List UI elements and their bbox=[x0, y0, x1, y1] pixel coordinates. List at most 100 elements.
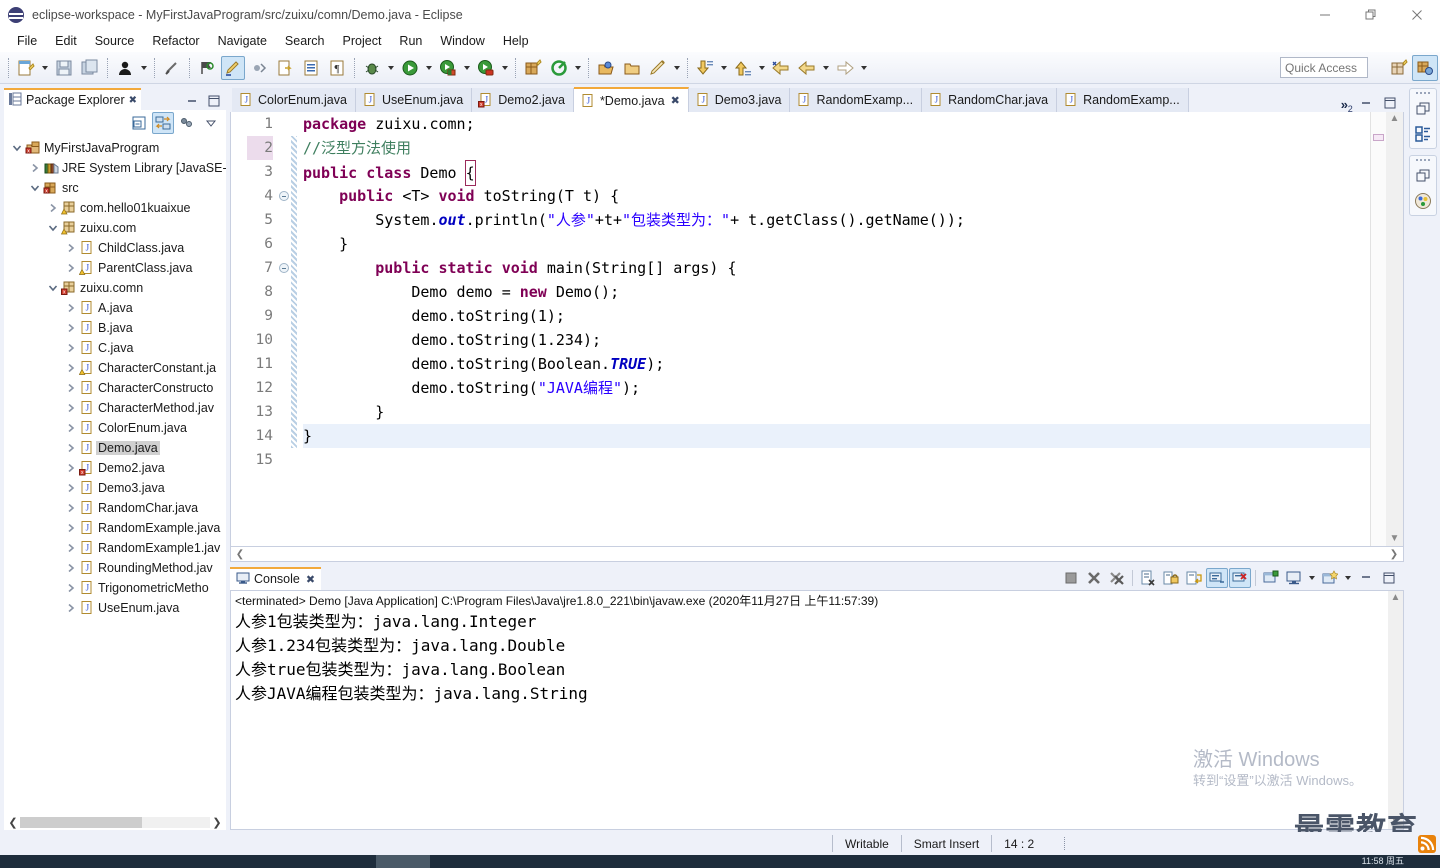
scroll-left-icon[interactable]: ❮ bbox=[6, 816, 20, 829]
remove-all-terminated-icon[interactable] bbox=[1106, 568, 1128, 588]
forward-chevron-icon[interactable] bbox=[858, 57, 870, 79]
scroll-down-icon[interactable]: ▼ bbox=[1390, 534, 1400, 544]
editor-scroll-right-icon[interactable]: ❯ bbox=[1387, 549, 1401, 560]
menu-window[interactable]: Window bbox=[431, 32, 493, 50]
chevron-right-icon[interactable] bbox=[64, 443, 78, 453]
tree-item[interactable]: x src bbox=[4, 178, 226, 198]
minimize-button[interactable] bbox=[1302, 0, 1348, 30]
tree-item[interactable]: J Demo.java bbox=[4, 438, 226, 458]
tab-package-explorer[interactable]: Package Explorer ✖ bbox=[4, 88, 142, 110]
tree-item[interactable]: J RandomChar.java bbox=[4, 498, 226, 518]
person-icon[interactable] bbox=[113, 56, 137, 80]
debug-icon[interactable] bbox=[360, 56, 384, 80]
tree-item[interactable]: x zuixu.comn bbox=[4, 278, 226, 298]
chevron-down-icon[interactable] bbox=[28, 183, 42, 193]
status-insert-mode[interactable]: Smart Insert bbox=[902, 835, 991, 852]
code-line[interactable]: public <T> void toString(T t) { bbox=[303, 184, 1370, 208]
chevron-right-icon[interactable] bbox=[64, 563, 78, 573]
code-line[interactable]: public static void main(String[] args) { bbox=[303, 256, 1370, 280]
code-line[interactable]: Demo demo = new Demo(); bbox=[303, 280, 1370, 304]
chevron-right-icon[interactable] bbox=[64, 363, 78, 373]
chevron-right-icon[interactable] bbox=[64, 323, 78, 333]
open-folder-icon[interactable] bbox=[620, 56, 644, 80]
chevron-right-icon[interactable] bbox=[64, 463, 78, 473]
open-console-chevron-icon[interactable] bbox=[1342, 567, 1354, 589]
hscroll-track[interactable] bbox=[20, 816, 210, 828]
code-line[interactable]: } bbox=[303, 232, 1370, 256]
tree-item[interactable]: J ChildClass.java bbox=[4, 238, 226, 258]
person-chevron-icon[interactable] bbox=[138, 57, 150, 79]
chevron-right-icon[interactable] bbox=[64, 263, 78, 273]
menu-help[interactable]: Help bbox=[494, 32, 538, 50]
skip-breakpoints-icon[interactable] bbox=[247, 56, 271, 80]
editor-tab[interactable]: Jx Demo2.java bbox=[472, 88, 574, 112]
tree-item[interactable]: Jx Demo2.java bbox=[4, 458, 226, 478]
chevron-right-icon[interactable] bbox=[64, 523, 78, 533]
tree-item[interactable]: JRE System Library [JavaSE- bbox=[4, 158, 226, 178]
chevron-down-icon[interactable] bbox=[10, 143, 24, 153]
code-line[interactable]: demo.toString(1); bbox=[303, 304, 1370, 328]
editor-tab[interactable]: J RandomExamp... bbox=[790, 88, 923, 112]
minimize-editor-icon[interactable] bbox=[1360, 98, 1372, 112]
debug-chevron-icon[interactable] bbox=[385, 57, 397, 79]
tree-item[interactable]: x MyFirstJavaProgram bbox=[4, 138, 226, 158]
new-perspective-icon[interactable] bbox=[1386, 55, 1412, 81]
collapse-all-icon[interactable] bbox=[128, 112, 150, 134]
next-annotation-icon[interactable] bbox=[693, 56, 717, 80]
fold-toggle-icon[interactable] bbox=[279, 191, 289, 201]
java-perspective-icon[interactable] bbox=[1412, 55, 1438, 81]
editor-body[interactable]: 1 2 3 4 5 6 7 8 9 10 11 12 13 14 15 package zuixu.comn… bbox=[230, 112, 1404, 547]
new-wizard-icon[interactable] bbox=[14, 56, 38, 80]
scroll-up-icon[interactable]: ▲ bbox=[1390, 114, 1400, 124]
save-all-icon[interactable] bbox=[78, 56, 102, 80]
tree-item[interactable]: J ParentClass.java bbox=[4, 258, 226, 278]
chevron-right-icon[interactable] bbox=[64, 543, 78, 553]
drag-handle-dots[interactable] bbox=[1416, 159, 1430, 161]
editor-hscroll-track[interactable] bbox=[247, 549, 1387, 559]
tree-item[interactable]: J C.java bbox=[4, 338, 226, 358]
code-line[interactable]: //泛型方法使用 bbox=[303, 136, 1370, 160]
minimize-view-icon[interactable] bbox=[186, 96, 198, 110]
maximize-view-icon[interactable] bbox=[208, 95, 220, 110]
editor-tab[interactable]: J UseEnum.java bbox=[355, 88, 473, 112]
remove-launch-icon[interactable] bbox=[1083, 568, 1105, 588]
search-chevron-icon[interactable] bbox=[572, 57, 584, 79]
package-explorer-hscrollbar[interactable]: ❮ ❯ bbox=[4, 814, 226, 830]
word-wrap-icon[interactable] bbox=[1183, 568, 1205, 588]
menu-refactor[interactable]: Refactor bbox=[143, 32, 208, 50]
link-with-editor-icon[interactable] bbox=[152, 112, 174, 134]
chevron-right-icon[interactable] bbox=[64, 603, 78, 613]
restore-icon[interactable] bbox=[1413, 166, 1433, 186]
chevron-right-icon[interactable] bbox=[46, 203, 60, 213]
view-menu-icon[interactable] bbox=[176, 112, 198, 134]
next-annotation-chevron-icon[interactable] bbox=[718, 57, 730, 79]
code-line[interactable] bbox=[303, 448, 1370, 472]
tree-item[interactable]: J RandomExample.java bbox=[4, 518, 226, 538]
display-console-chevron-icon[interactable] bbox=[1306, 567, 1318, 589]
chevron-right-icon[interactable] bbox=[28, 163, 42, 173]
pencil-chevron-icon[interactable] bbox=[671, 57, 683, 79]
run-icon[interactable] bbox=[398, 56, 422, 80]
tree-item[interactable]: com.hello01kuaixue bbox=[4, 198, 226, 218]
rss-icon[interactable] bbox=[1418, 835, 1436, 853]
search-icon[interactable] bbox=[547, 56, 571, 80]
pilcrow-icon[interactable]: ¶ bbox=[325, 56, 349, 80]
editor-tab[interactable]: J ColorEnum.java bbox=[232, 88, 356, 112]
code-line[interactable]: } bbox=[303, 400, 1370, 424]
run-chevron-icon[interactable] bbox=[423, 57, 435, 79]
external-tools-chevron-icon[interactable] bbox=[499, 57, 511, 79]
highlight-icon[interactable] bbox=[221, 55, 245, 80]
code-line[interactable]: } bbox=[303, 424, 1370, 448]
editor-overflow-icon[interactable]: » 2 bbox=[1341, 97, 1353, 114]
chevron-right-icon[interactable] bbox=[64, 483, 78, 493]
tree-item[interactable]: J RoundingMethod.jav bbox=[4, 558, 226, 578]
menu-file[interactable]: File bbox=[8, 32, 46, 50]
restore-icon[interactable] bbox=[1413, 99, 1433, 119]
menu-source[interactable]: Source bbox=[86, 32, 144, 50]
menu-edit[interactable]: Edit bbox=[46, 32, 86, 50]
chevron-right-icon[interactable] bbox=[64, 423, 78, 433]
code-line[interactable]: demo.toString("JAVA编程"); bbox=[303, 376, 1370, 400]
back-icon[interactable] bbox=[769, 56, 793, 80]
terminate-icon[interactable] bbox=[1060, 568, 1082, 588]
open-task-icon[interactable] bbox=[594, 56, 618, 80]
